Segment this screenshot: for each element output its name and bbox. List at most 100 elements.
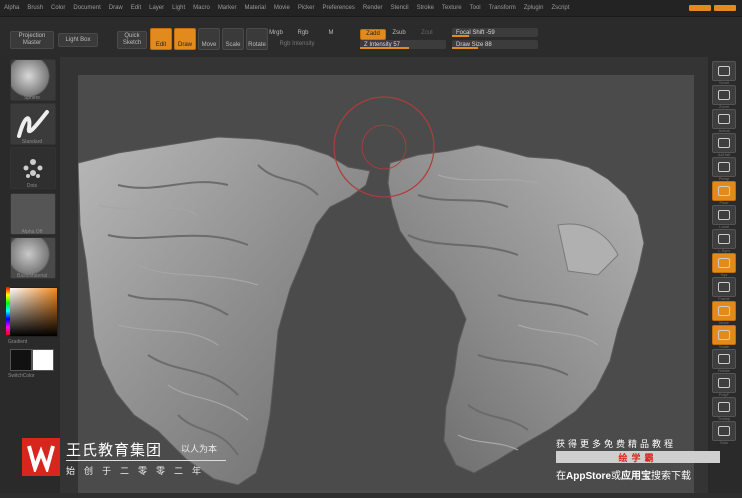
material-label: BasicMaterial <box>16 273 47 279</box>
rgb-button[interactable]: Rgb <box>296 29 310 38</box>
menu-accent-button[interactable] <box>714 5 736 11</box>
menu-item-layer[interactable]: Layer <box>145 5 168 11</box>
m-button[interactable]: M <box>326 29 336 38</box>
view-button-scale[interactable] <box>712 325 736 345</box>
view-button-floor[interactable] <box>712 181 736 201</box>
menu-item-stencil[interactable]: Stencil <box>387 5 413 11</box>
left-tool-panel: Sphere Standard Dots Alpha Off BasicMate… <box>0 57 60 493</box>
menu-accent-button[interactable] <box>689 5 711 11</box>
menu-item-zplugin[interactable]: Zplugin <box>520 5 548 11</box>
local-icon <box>718 210 730 220</box>
view-button-scroll[interactable] <box>712 61 736 81</box>
menu-item-draw[interactable]: Draw <box>105 5 127 11</box>
persp-icon <box>718 162 730 172</box>
view-button-persp[interactable] <box>712 157 736 177</box>
color-picker[interactable] <box>8 287 58 337</box>
menu-item-edit[interactable]: Edit <box>127 5 145 11</box>
menu-item-brush[interactable]: Brush <box>23 5 47 11</box>
view-button-solo[interactable] <box>712 421 736 441</box>
menu-item-picker[interactable]: Picker <box>294 5 319 11</box>
menu-item-alpha[interactable]: Alpha <box>0 5 23 11</box>
view-button-local[interactable] <box>712 205 736 225</box>
draw-size-slider[interactable]: Draw Size 88 <box>452 40 538 49</box>
right-view-panel: Scroll Zoom Actual AAHalf Persp Floor Local L.S… <box>708 57 742 493</box>
z-intensity-slider[interactable]: Z Intensity 57 <box>360 40 446 49</box>
document-canvas[interactable] <box>77 75 694 493</box>
top-toolbar: Projection Master Light Box Quick Sketch… <box>0 17 742 58</box>
scroll-icon <box>718 66 730 76</box>
menu-accent-buttons <box>689 5 742 11</box>
menu-item-stroke[interactable]: Stroke <box>413 5 438 11</box>
menu-item-document[interactable]: Document <box>69 5 104 11</box>
zcut-button[interactable]: Zcut <box>418 29 436 38</box>
scale-button[interactable]: Scale <box>222 28 244 50</box>
menu-item-material[interactable]: Material <box>240 5 269 11</box>
secondary-color-swatch[interactable] <box>10 349 32 371</box>
rotate-button[interactable]: Rotate <box>246 28 268 50</box>
focal-shift-fill <box>452 35 470 37</box>
view-button-zoom[interactable] <box>712 85 736 105</box>
menu-item-macro[interactable]: Macro <box>189 5 214 11</box>
quick-sketch-button[interactable]: Quick Sketch <box>117 31 147 49</box>
view-button-polyf[interactable] <box>712 373 736 393</box>
menu-item-transform[interactable]: Transform <box>485 5 520 11</box>
right-rock-mesh <box>387 144 645 474</box>
rock-sculpt-viewport <box>77 96 645 486</box>
view-button-move[interactable] <box>712 301 736 321</box>
menu-item-preferences[interactable]: Preferences <box>319 5 359 11</box>
edit-label: Edit <box>155 41 167 48</box>
rotate-label: Rotate <box>248 41 266 48</box>
brush-standard-label: Standard <box>21 139 43 145</box>
scale-label: Scale <box>225 41 241 48</box>
aahalf-icon <box>718 138 730 148</box>
left-rock-mesh <box>77 136 371 486</box>
move-button[interactable]: Move <box>198 28 220 50</box>
view-button-transp[interactable] <box>712 397 736 417</box>
menu-item-movie[interactable]: Movie <box>270 5 294 11</box>
menu-item-zscript[interactable]: Zscript <box>547 5 573 11</box>
brush-cursor <box>333 96 435 198</box>
view-button-frame[interactable] <box>712 277 736 297</box>
move-label: Move <box>201 41 217 48</box>
rotate-icon <box>718 354 730 364</box>
alpha-off-label: Alpha Off <box>21 229 43 235</box>
zsub-button[interactable]: Zsub <box>390 29 408 38</box>
menu-item-color[interactable]: Color <box>47 5 69 11</box>
view-button-aahalf[interactable] <box>712 133 736 153</box>
tool-sphere-label: Sphere <box>23 95 41 101</box>
view-label-solo: Solo <box>719 440 728 445</box>
menu-item-texture[interactable]: Texture <box>438 5 466 11</box>
switch-color-label: SwitchColor <box>8 373 35 379</box>
main-color-swatch[interactable] <box>32 349 54 371</box>
zoom-icon <box>718 90 730 100</box>
menu-item-tool[interactable]: Tool <box>466 5 485 11</box>
menu-item-light[interactable]: Light <box>168 5 189 11</box>
floor-icon <box>718 186 730 196</box>
draw-size-fill <box>452 47 478 49</box>
move-icon <box>718 306 730 316</box>
lightbox-button[interactable]: Light Box <box>58 33 98 47</box>
rgb-intensity-slider[interactable]: Rgb Intensity <box>268 40 326 49</box>
focal-shift-slider[interactable]: Focal Shift -59 <box>452 28 538 37</box>
view-button-lsym[interactable] <box>712 229 736 249</box>
frame-icon <box>718 282 730 292</box>
view-button-actual[interactable] <box>712 109 736 129</box>
polyf-icon <box>718 378 730 388</box>
hue-strip[interactable] <box>6 287 10 335</box>
menu-bar: Alpha Brush Color Document Draw Edit Layer Ligh… <box>0 0 742 17</box>
edit-button[interactable]: Edit <box>150 28 172 50</box>
lsym-icon <box>718 234 730 244</box>
mrgb-button[interactable]: Mrgb <box>268 29 284 38</box>
menu-item-render[interactable]: Render <box>359 5 387 11</box>
xyz-icon <box>718 258 730 268</box>
view-button-xyz[interactable] <box>712 253 736 273</box>
zadd-button[interactable]: Zadd <box>360 29 386 40</box>
view-button-rotate[interactable] <box>712 349 736 369</box>
scale-icon <box>718 330 730 340</box>
stroke-dots-label: Dots <box>26 183 38 189</box>
menu-item-marker[interactable]: Marker <box>214 5 241 11</box>
brush-stroke-icon <box>17 110 49 138</box>
draw-button[interactable]: Draw <box>174 28 196 50</box>
projection-master-button[interactable]: Projection Master <box>10 31 54 49</box>
gradient-label: Gradient <box>8 339 28 345</box>
